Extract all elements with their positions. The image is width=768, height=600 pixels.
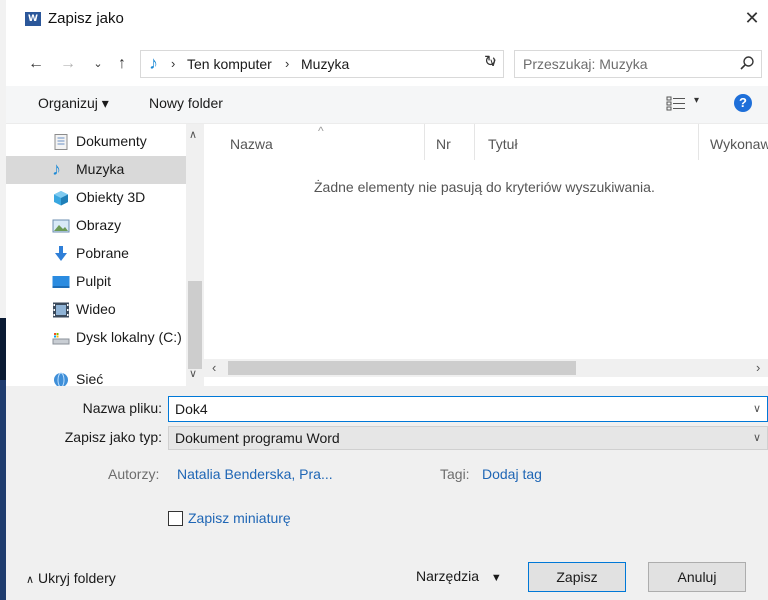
- nav-item-siec[interactable]: Sieć: [6, 366, 186, 386]
- filetype-value: Dokument programu Word: [175, 430, 340, 446]
- 3d-objects-icon: [54, 191, 68, 206]
- music-note-icon: ♪: [149, 53, 158, 73]
- file-list: ^ Nazwa Nr Tytuł Wykonawcy Żadne element…: [204, 124, 768, 386]
- view-options-dropdown-icon[interactable]: ▾: [694, 95, 699, 106]
- scroll-left-arrow-icon[interactable]: ‹: [212, 359, 216, 377]
- nav-item-obiekty-3d[interactable]: Obiekty 3D: [6, 184, 186, 212]
- music-icon: ♪: [52, 159, 61, 179]
- filename-history-chevron-icon[interactable]: ∨: [753, 402, 761, 415]
- save-button[interactable]: Zapisz: [528, 562, 626, 592]
- authors-value[interactable]: Natalia Benderska, Pra...: [177, 466, 333, 482]
- filename-field[interactable]: ∨: [168, 396, 768, 422]
- up-arrow-icon[interactable]: ↑: [112, 52, 132, 76]
- authors-label: Autorzy:: [108, 466, 160, 482]
- hide-folders-button[interactable]: ∧ Ukryj foldery: [26, 570, 116, 586]
- nav-item-obrazy[interactable]: Obrazy: [6, 212, 186, 240]
- search-input[interactable]: [523, 55, 723, 73]
- view-options-icon[interactable]: [666, 96, 686, 112]
- nav-item-muzyka[interactable]: ♪ Muzyka: [6, 156, 186, 184]
- chevron-up-icon: ∧: [26, 574, 35, 586]
- breadcrumb-separator-icon: ›: [171, 56, 176, 71]
- refresh-icon[interactable]: ↻: [484, 52, 497, 70]
- organize-menu-button[interactable]: Organizuj ▾: [38, 95, 109, 112]
- breadcrumb-separator-icon: ›: [285, 56, 290, 71]
- nav-item-label: Pobrane: [76, 245, 129, 261]
- nav-item-label: Wideo: [76, 301, 116, 317]
- file-list-horizontal-scrollbar[interactable]: ‹ ›: [204, 359, 768, 377]
- downloads-icon: [55, 246, 67, 261]
- tools-label: Narzędzia: [416, 568, 480, 584]
- tags-label: Tagi:: [440, 466, 470, 482]
- navigation-pane: Dokumenty ♪ Muzyka Obiekty 3D Obrazy Pob…: [6, 124, 204, 386]
- close-button[interactable]: ✕: [738, 6, 766, 30]
- scrollbar-thumb[interactable]: [188, 281, 202, 369]
- add-tag-link[interactable]: Dodaj tag: [482, 466, 542, 482]
- search-box[interactable]: [514, 50, 762, 78]
- nav-item-label: Pulpit: [76, 273, 112, 289]
- nav-item-label: Obrazy: [76, 217, 122, 233]
- tools-menu-button[interactable]: Narzędzia ▼: [416, 568, 502, 584]
- title-bar: W Zapisz jako ✕: [6, 0, 768, 36]
- scroll-up-arrow-icon[interactable]: ∧: [189, 128, 197, 141]
- empty-folder-message: Żadne elementy nie pasują do kryteriów w…: [314, 179, 655, 195]
- pictures-icon: [52, 219, 70, 233]
- local-disk-icon: [52, 333, 70, 345]
- network-icon: [54, 372, 68, 386]
- filetype-select[interactable]: Dokument programu Word ∨: [168, 426, 768, 450]
- nav-item-label: Dokumenty: [76, 133, 147, 149]
- video-icon: [53, 302, 69, 318]
- column-header-tytul[interactable]: Tytuł: [488, 136, 518, 152]
- new-folder-button[interactable]: Nowy folder: [149, 95, 223, 111]
- scrollbar-thumb[interactable]: [228, 361, 576, 375]
- help-icon[interactable]: ?: [734, 94, 752, 112]
- address-row: ← → ⌄ ↑ ♪ › Ten komputer › Muzyka ∨ ↻: [6, 48, 768, 82]
- column-header-nr[interactable]: Nr: [436, 136, 451, 152]
- dialog-title: Zapisz jako: [48, 10, 124, 27]
- nav-item-dysk-lokalny[interactable]: Dysk lokalny (C:): [6, 324, 186, 352]
- recent-locations-chevron-icon[interactable]: ⌄: [90, 52, 106, 76]
- cancel-button[interactable]: Anuluj: [648, 562, 746, 592]
- breadcrumb-ten-komputer[interactable]: Ten komputer: [187, 56, 272, 72]
- documents-icon: [54, 134, 68, 150]
- address-bar[interactable]: ♪ › Ten komputer › Muzyka ∨: [140, 50, 504, 78]
- nav-item-pulpit[interactable]: Pulpit: [6, 268, 186, 296]
- back-arrow-icon[interactable]: ←: [26, 52, 46, 76]
- column-header-wykonawcy[interactable]: Wykonawcy: [710, 136, 768, 152]
- column-header-nazwa[interactable]: Nazwa: [230, 136, 273, 152]
- nav-item-wideo[interactable]: Wideo: [6, 296, 186, 324]
- nav-item-pobrane[interactable]: Pobrane: [6, 240, 186, 268]
- scroll-down-arrow-icon[interactable]: ∨: [189, 367, 197, 380]
- command-toolbar: Organizuj ▾ Nowy folder ▾ ?: [6, 86, 768, 124]
- scroll-right-arrow-icon[interactable]: ›: [756, 359, 760, 377]
- nav-item-label: Muzyka: [76, 161, 125, 177]
- save-as-dialog: W Zapisz jako ✕ ← → ⌄ ↑ ♪ › Ten komputer…: [0, 0, 768, 600]
- nav-item-label: Dysk lokalny (C:): [76, 329, 182, 345]
- forward-arrow-icon[interactable]: →: [58, 52, 78, 76]
- desktop-icon: [52, 276, 70, 288]
- tools-dropdown-icon: ▼: [490, 572, 502, 584]
- filename-label: Nazwa pliku:: [82, 400, 162, 416]
- search-icon[interactable]: [739, 55, 755, 71]
- nav-item-label: Sieć: [76, 371, 104, 386]
- filename-input[interactable]: [175, 400, 735, 418]
- sort-ascending-icon: ^: [318, 124, 324, 138]
- save-thumbnail-label[interactable]: Zapisz miniaturę: [188, 510, 291, 526]
- breadcrumb-muzyka[interactable]: Muzyka: [301, 56, 349, 72]
- filetype-chevron-icon[interactable]: ∨: [753, 431, 761, 444]
- nav-item-dokumenty[interactable]: Dokumenty: [6, 128, 186, 156]
- hide-folders-label: Ukryj foldery: [37, 570, 116, 586]
- filetype-label: Zapisz jako typ:: [64, 429, 162, 445]
- word-app-icon: W: [25, 12, 41, 26]
- save-options-panel: Nazwa pliku: ∨ Zapisz jako typ: Dokument…: [6, 386, 768, 600]
- nav-item-label: Obiekty 3D: [76, 189, 146, 205]
- nav-pane-scrollbar[interactable]: ∧ ∨: [186, 124, 204, 386]
- save-thumbnail-checkbox[interactable]: [168, 511, 183, 526]
